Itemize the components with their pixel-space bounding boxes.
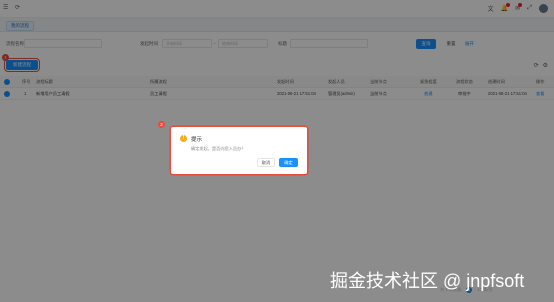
dialog-cancel-button[interactable]: 取消 bbox=[257, 158, 275, 167]
dialog-message: 确定发起，是否向您人员办？ bbox=[191, 146, 246, 151]
watermark-text: 掘金技术社区 @ jnpfsoft bbox=[330, 271, 525, 291]
dialog-ok-button[interactable]: 确定 bbox=[279, 158, 298, 167]
warning-icon: ! bbox=[180, 135, 187, 142]
confirm-dialog: ! 提示 确定发起，是否向您人员办？ 取消 确定 bbox=[171, 127, 307, 174]
dialog-title: 提示 bbox=[191, 137, 203, 143]
annotation-marker-two: 2 bbox=[158, 121, 165, 128]
